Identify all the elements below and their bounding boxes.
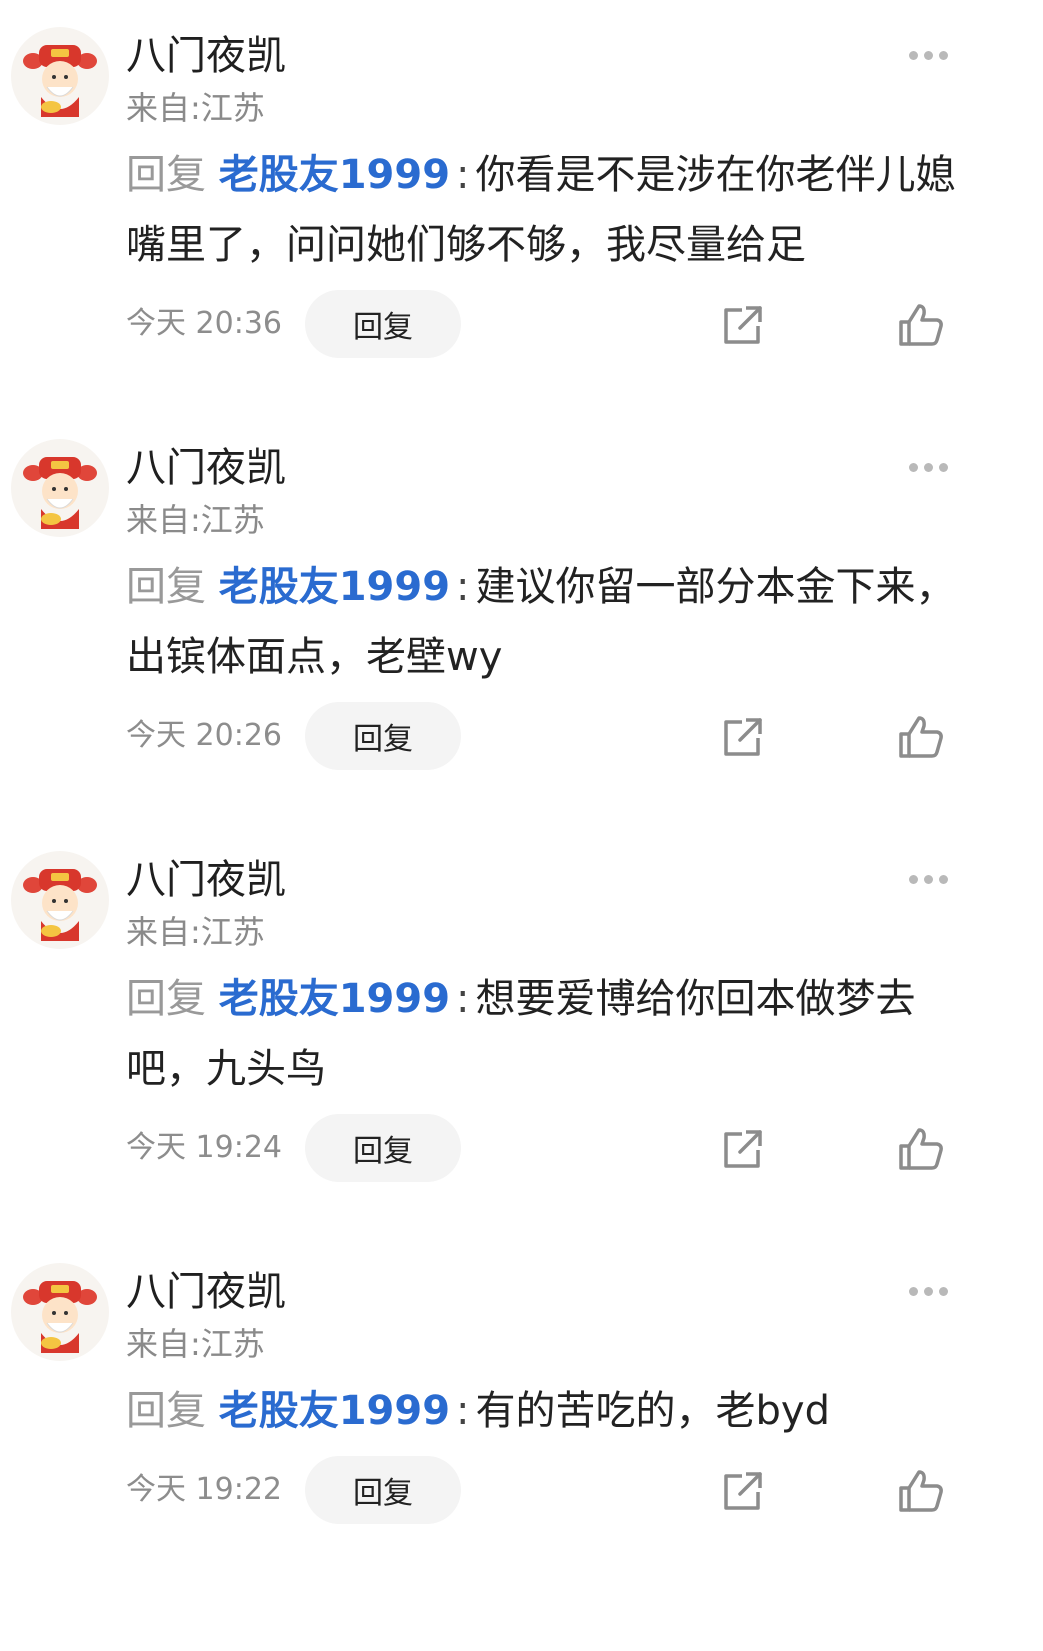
more-dots-icon [908,462,918,472]
reply-target-link[interactable]: 老股友1999 [219,564,450,610]
thumbs-up-icon[interactable] [897,1468,945,1514]
reply-target-link[interactable]: 老股友1999 [219,1388,450,1434]
thumbs-up-icon[interactable] [897,302,945,348]
thumbs-up-icon[interactable] [897,1126,945,1172]
comment-text: 有的苦吃的，老byd [475,1388,830,1434]
reply-button[interactable]: 回复 [305,702,461,770]
comment-item: 八门夜凯 来自:江苏 回复 老股友1999: 想要爱博给你回本做梦去吧，九头鸟 今… [0,824,1043,1224]
location-label: 来自:江苏 [126,1325,265,1363]
reply-target-link[interactable]: 老股友1999 [219,152,450,198]
avatar-god-of-wealth-icon [23,45,97,117]
avatar[interactable] [11,851,109,949]
reply-prefix: 回复 [126,1388,206,1434]
location-label: 来自:江苏 [126,501,265,539]
avatar-god-of-wealth-icon [23,1281,97,1353]
reply-prefix: 回复 [126,564,206,610]
comment-body: 回复 老股友1999: 有的苦吃的，老byd [126,1376,956,1446]
timestamp: 今天 19:22 [126,1472,282,1507]
more-dot [938,874,948,884]
more-dot [938,1286,948,1296]
avatar-god-of-wealth-icon [23,869,97,941]
reply-prefix: 回复 [126,976,206,1022]
reply-colon: : [456,564,470,610]
more-dots-icon [908,874,918,884]
more-dot [938,462,948,472]
comment-body: 回复 老股友1999: 你看是不是涉在你老伴儿媳嘴里了，问问她们够不够，我尽量给足 [126,140,956,280]
location-label: 来自:江苏 [126,89,265,127]
comment-body: 回复 老股友1999: 建议你留一部分本金下来，出镔体面点，老壁wy [126,552,956,692]
share-icon[interactable] [720,1128,764,1172]
more-options-button[interactable] [898,40,958,70]
reply-button[interactable]: 回复 [305,1456,461,1524]
share-icon[interactable] [720,304,764,348]
location-label: 来自:江苏 [126,913,265,951]
timestamp: 今天 20:36 [126,306,282,341]
share-icon[interactable] [720,1470,764,1514]
comment-item: 八门夜凯 来自:江苏 回复 老股友1999: 建议你留一部分本金下来，出镔体面点，… [0,412,1043,812]
more-dot [923,874,933,884]
reply-colon: : [456,152,470,198]
timestamp: 今天 20:26 [126,718,282,753]
more-dot [923,50,933,60]
more-dot [923,1286,933,1296]
reply-prefix: 回复 [126,152,206,198]
comment-actions: 今天 19:22 回复 [0,1456,1043,1526]
more-dot [938,50,948,60]
share-icon[interactable] [720,716,764,760]
reply-button[interactable]: 回复 [305,1114,461,1182]
more-options-button[interactable] [898,452,958,482]
comment-item: 八门夜凯 来自:江苏 回复 老股友1999: 有的苦吃的，老byd 今天 19:2… [0,1236,1043,1636]
comment-actions: 今天 20:36 回复 [0,290,1043,360]
reply-button[interactable]: 回复 [305,290,461,358]
more-dots-icon [908,1286,918,1296]
more-dots-icon [908,50,918,60]
avatar[interactable] [11,27,109,125]
comment-actions: 今天 20:26 回复 [0,702,1043,772]
comment-body: 回复 老股友1999: 想要爱博给你回本做梦去吧，九头鸟 [126,964,956,1104]
username[interactable]: 八门夜凯 [126,854,286,906]
username[interactable]: 八门夜凯 [126,442,286,494]
thumbs-up-icon[interactable] [897,714,945,760]
more-dot [923,462,933,472]
avatar-god-of-wealth-icon [23,457,97,529]
avatar[interactable] [11,439,109,537]
avatar[interactable] [11,1263,109,1361]
username[interactable]: 八门夜凯 [126,30,286,82]
comment-item: 八门夜凯 来自:江苏 回复 老股友1999: 你看是不是涉在你老伴儿媳嘴里了，问问… [0,0,1043,400]
more-options-button[interactable] [898,1276,958,1306]
timestamp: 今天 19:24 [126,1130,282,1165]
reply-target-link[interactable]: 老股友1999 [219,976,450,1022]
reply-colon: : [456,1388,470,1434]
more-options-button[interactable] [898,864,958,894]
comment-actions: 今天 19:24 回复 [0,1114,1043,1184]
username[interactable]: 八门夜凯 [126,1266,286,1318]
reply-colon: : [456,976,470,1022]
